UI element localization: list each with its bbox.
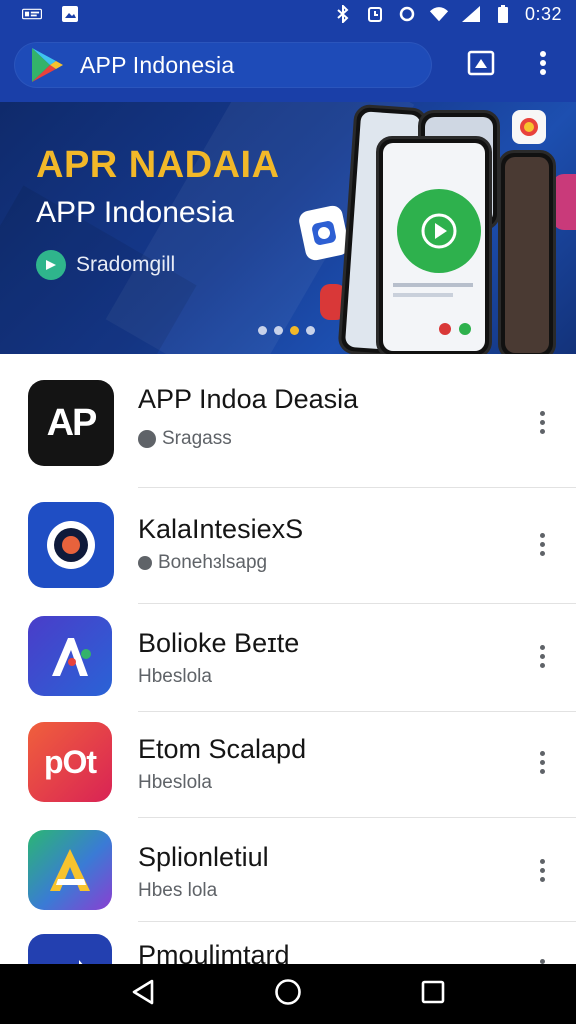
app-meta: Hbeslola bbox=[138, 772, 212, 794]
app-list-item[interactable]: Pmoulimtard bbox=[0, 922, 576, 964]
signal-icon bbox=[461, 5, 481, 23]
app-more-button[interactable] bbox=[528, 402, 556, 442]
app-more-button[interactable] bbox=[528, 636, 556, 676]
home-icon bbox=[274, 978, 302, 1011]
app-developer: Hbeslola bbox=[138, 772, 212, 793]
phone-mockup-main bbox=[376, 136, 492, 354]
developer-icon bbox=[138, 556, 152, 570]
app-list-item[interactable]: Splionletiul Hbes lola bbox=[0, 818, 576, 922]
app-meta: Hbes lola bbox=[138, 880, 217, 902]
app-developer: Hbes lola bbox=[138, 880, 218, 901]
app-developer: Bonehɜlsapg bbox=[158, 552, 268, 573]
recents-icon bbox=[421, 980, 445, 1009]
app-name: Bolioke Beɪte bbox=[138, 628, 300, 658]
back-button[interactable] bbox=[123, 974, 163, 1014]
sync-icon bbox=[397, 5, 417, 23]
status-time: 0:32 bbox=[524, 3, 562, 24]
app-name: Etom Scalapd bbox=[138, 734, 307, 764]
app-list-item[interactable]: Bolioke Beɪte Hbeslola bbox=[0, 604, 576, 712]
app-name: Splionletiul bbox=[138, 842, 269, 872]
app-more-button[interactable] bbox=[528, 950, 556, 964]
app-more-button[interactable] bbox=[528, 850, 556, 890]
app-name: APP Indoa Deasia bbox=[138, 384, 359, 414]
app-bar: APP Indonesia bbox=[0, 28, 576, 102]
bluetooth-icon bbox=[333, 5, 353, 23]
recents-button[interactable] bbox=[413, 974, 453, 1014]
image-icon bbox=[60, 5, 80, 23]
floating-app-icon bbox=[512, 110, 546, 144]
wifi-icon bbox=[429, 5, 449, 23]
app-meta: Sragass bbox=[138, 428, 232, 450]
banner-page-indicator bbox=[258, 326, 315, 335]
cast-icon bbox=[467, 50, 495, 81]
system-nav-bar bbox=[0, 964, 576, 1024]
app-meta: Hbeslola bbox=[138, 666, 212, 688]
featured-banner[interactable]: APR NADAIA APP Indonesia Sradomgill bbox=[0, 102, 576, 354]
letter-a-app-icon bbox=[28, 616, 112, 696]
banner-brand-label: Sradomgill bbox=[76, 253, 176, 276]
banner-headline: APR NADAIA bbox=[36, 144, 280, 186]
app-list-item[interactable]: KalaIntesiexS Bonehɜlsapg bbox=[0, 488, 576, 604]
app-name: KalaIntesiexS bbox=[138, 514, 304, 544]
search-bar[interactable]: APP Indonesia bbox=[14, 42, 432, 88]
app-more-button[interactable] bbox=[528, 742, 556, 782]
battery-icon bbox=[493, 5, 513, 23]
banner-brand: Sradomgill bbox=[36, 250, 175, 280]
alarm-icon bbox=[365, 5, 385, 23]
ap-app-icon: AP bbox=[28, 380, 114, 466]
app-meta: Bonehɜlsapg bbox=[138, 552, 267, 574]
app-bar-title: APP Indonesia bbox=[80, 51, 235, 78]
arrow-app-icon bbox=[28, 934, 112, 964]
app-developer: Sragass bbox=[162, 428, 232, 449]
pot-app-icon: pOt bbox=[28, 722, 112, 802]
gradient-a-app-icon bbox=[28, 830, 112, 910]
more-options-button[interactable] bbox=[528, 50, 558, 80]
phone-mockup bbox=[498, 150, 556, 354]
home-button[interactable] bbox=[268, 974, 308, 1014]
developer-icon bbox=[138, 430, 156, 448]
status-bar: 0:32 bbox=[0, 0, 576, 28]
banner-subtitle: APP Indonesia bbox=[36, 196, 234, 229]
page-dot[interactable] bbox=[258, 326, 267, 335]
page-dot[interactable] bbox=[274, 326, 283, 335]
app-list-item[interactable]: pOt Etom Scalapd Hbeslola bbox=[0, 712, 576, 818]
page-dot-active[interactable] bbox=[290, 326, 299, 335]
brand-logo-icon bbox=[36, 250, 66, 280]
back-icon bbox=[130, 978, 156, 1011]
ring-app-icon bbox=[28, 502, 114, 588]
app-name: Pmoulimtard bbox=[138, 940, 290, 964]
cast-button[interactable] bbox=[466, 50, 496, 80]
page-dot[interactable] bbox=[306, 326, 315, 335]
more-vert-icon bbox=[539, 50, 547, 81]
app-developer: Hbeslola bbox=[138, 666, 212, 687]
gallery-icon bbox=[22, 5, 42, 23]
play-circle-icon bbox=[397, 189, 481, 273]
app-list-item[interactable]: AP APP Indoa Deasia Sragass bbox=[0, 354, 576, 488]
app-more-button[interactable] bbox=[528, 524, 556, 564]
play-store-icon bbox=[26, 45, 66, 85]
